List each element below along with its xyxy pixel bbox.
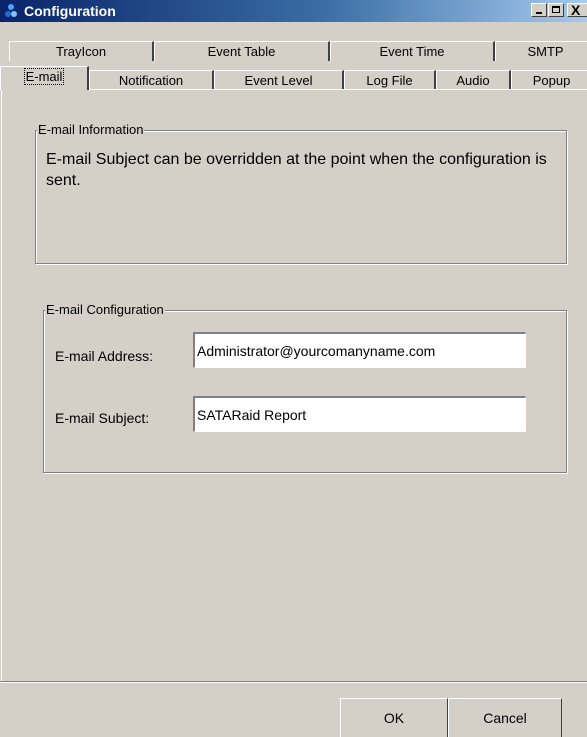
tab-trayicon[interactable]: TrayIcon [9, 41, 154, 61]
maximize-button[interactable] [548, 3, 564, 17]
tab-label: Event Table [207, 44, 276, 59]
email-subject-label: E-mail Subject: [55, 410, 150, 426]
close-button[interactable]: X [567, 2, 587, 18]
email-information-group: E-mail Information E-mail Subject can be… [35, 122, 567, 264]
email-configuration-group: E-mail Configuration E-mail Address: E-m… [43, 302, 567, 473]
tab-label: TrayIcon [55, 44, 107, 59]
ok-button[interactable]: OK [340, 698, 448, 737]
tab-label: Event Time [379, 44, 445, 59]
bottom-separator [0, 681, 587, 683]
email-information-legend: E-mail Information [37, 122, 145, 138]
tab-notification[interactable]: Notification [89, 70, 214, 90]
tab-popup[interactable]: Popup [511, 70, 587, 90]
minimize-button[interactable] [531, 3, 547, 17]
email-information-text: E-mail Subject can be overridden at the … [46, 151, 547, 189]
tab-label: Event Level [244, 73, 313, 88]
minimize-icon [536, 12, 542, 14]
tab-event-time[interactable]: Event Time [330, 41, 495, 61]
tab-label: Audio [456, 73, 490, 88]
email-tab-panel: E-mail Information E-mail Subject can be… [1, 89, 587, 681]
maximize-icon [552, 6, 560, 13]
tab-email[interactable]: E-mail [0, 66, 89, 90]
title-bar[interactable]: Configuration X [0, 0, 587, 22]
window-title: Configuration [24, 3, 116, 19]
tab-audio[interactable]: Audio [436, 70, 511, 90]
email-configuration-legend: E-mail Configuration [45, 302, 165, 318]
cancel-button[interactable]: Cancel [448, 698, 562, 737]
email-address-input[interactable] [193, 332, 526, 368]
tab-label: SMTP [527, 44, 564, 59]
tab-label: Notification [118, 73, 184, 88]
email-subject-input[interactable] [193, 396, 526, 432]
tab-label: Log File [366, 73, 413, 88]
close-icon: X [571, 2, 581, 18]
tab-event-level[interactable]: Event Level [214, 70, 344, 90]
tab-smtp[interactable]: SMTP [495, 41, 587, 61]
app-icon [5, 4, 17, 17]
tab-log-file[interactable]: Log File [344, 70, 436, 90]
email-address-label: E-mail Address: [55, 348, 154, 364]
tab-label: E-mail [23, 68, 65, 85]
tab-label: Popup [532, 73, 571, 88]
configuration-window: Configuration X TrayIcon Event Table Eve… [0, 0, 587, 737]
tab-event-table[interactable]: Event Table [154, 41, 330, 61]
